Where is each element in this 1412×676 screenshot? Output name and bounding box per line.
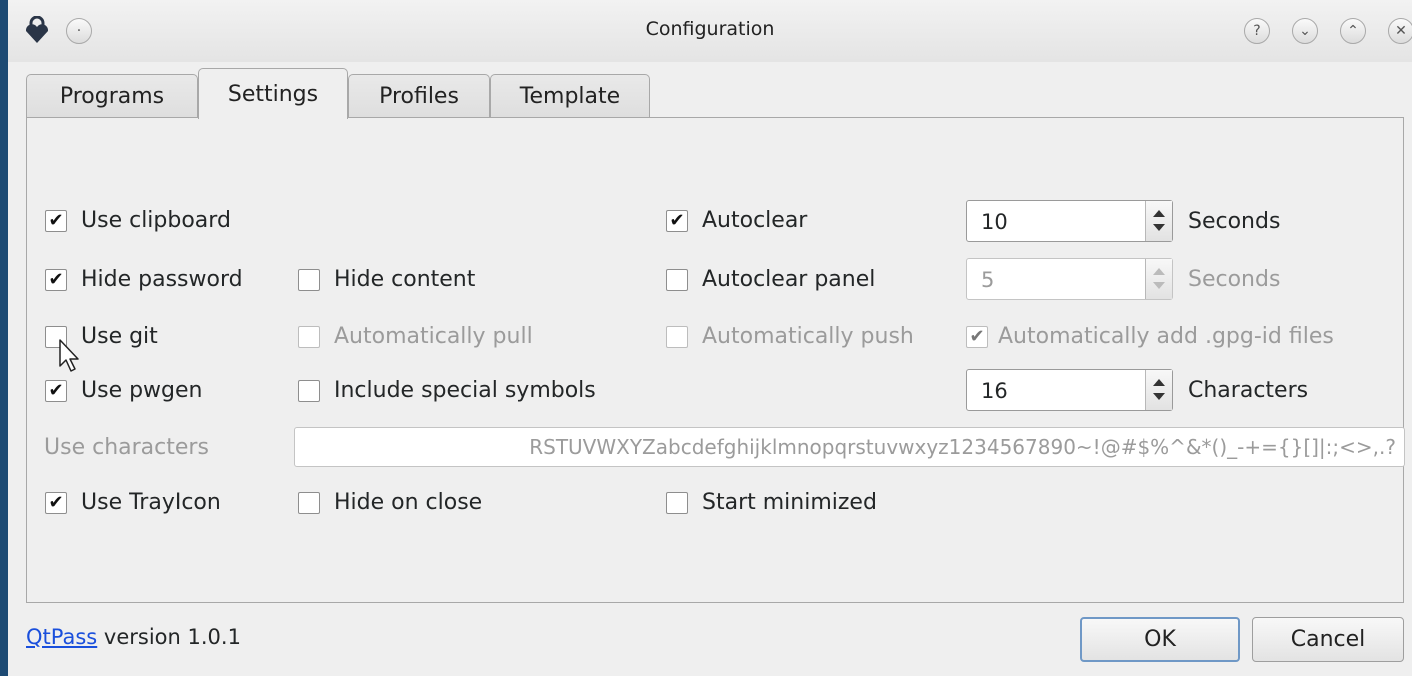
cancel-button[interactable]: Cancel [1252,617,1404,662]
spin-up-icon [1153,268,1165,275]
auto-push-box [666,325,688,348]
window-title: Configuration [645,18,775,40]
help-icon[interactable]: ? [1244,18,1270,44]
use-characters-label: Use characters [44,435,209,460]
use-characters-field: RSTUVWXYZabcdefghijklmnopqrstuvwxyz12345… [294,427,1405,467]
autoclear-seconds-spinbox[interactable]: 10 [966,200,1173,242]
hide-on-close-checkbox[interactable]: Hide on close [298,490,482,515]
close-icon[interactable]: ✕ [1388,18,1412,44]
hide-content-label: Hide content [334,267,476,292]
auto-add-gpg-label: Automatically add .gpg-id files [998,324,1334,349]
version-info: QtPass version 1.0.1 [26,625,241,649]
use-trayicon-box[interactable]: ✔ [45,491,67,514]
tab-settings[interactable]: Settings [198,68,348,119]
use-clipboard-box[interactable]: ✔ [45,209,67,232]
special-symbols-box[interactable] [298,379,320,402]
tab-profiles[interactable]: Profiles [348,74,490,118]
title-bar: · Configuration ? ⌄ ⌃ ✕ [8,0,1412,62]
use-clipboard-label: Use clipboard [81,208,231,233]
use-trayicon-checkbox[interactable]: ✔ Use TrayIcon [45,490,221,515]
spin-arrows[interactable] [1145,201,1172,241]
spin-down-icon[interactable] [1153,393,1165,400]
start-minimized-box[interactable] [666,491,688,514]
auto-push-label: Automatically push [702,324,914,349]
use-pwgen-label: Use pwgen [81,378,203,403]
autoclear-panel-box[interactable] [666,268,688,291]
tab-template[interactable]: Template [490,74,650,118]
special-symbols-label: Include special symbols [334,378,596,403]
minimize-icon[interactable]: ⌄ [1292,18,1318,44]
spin-down-icon[interactable] [1153,224,1165,231]
use-clipboard-checkbox[interactable]: ✔ Use clipboard [45,208,231,233]
hide-on-close-box[interactable] [298,491,320,514]
maximize-icon[interactable]: ⌃ [1340,18,1366,44]
hide-password-box[interactable]: ✔ [45,268,67,291]
auto-pull-checkbox: Automatically pull [298,324,533,349]
autoclear-panel-checkbox[interactable]: Autoclear panel [666,267,875,292]
auto-pull-box [298,325,320,348]
spin-up-icon[interactable] [1153,210,1165,217]
password-length-value[interactable]: 16 [981,379,1008,403]
spin-up-icon[interactable] [1153,379,1165,386]
use-characters-value: RSTUVWXYZabcdefghijklmnopqrstuvwxyz12345… [529,435,1396,459]
configuration-window: · Configuration ? ⌄ ⌃ ✕ Programs Setting… [8,0,1412,676]
hide-password-label: Hide password [81,267,243,292]
autoclear-panel-label: Autoclear panel [702,267,876,292]
hide-content-box[interactable] [298,268,320,291]
autoclear-panel-seconds-spinbox: 5 [966,258,1173,300]
tab-programs[interactable]: Programs [26,74,198,118]
autoclear-unit-label: Seconds [1188,209,1281,234]
settings-pane [26,117,1404,603]
hide-content-checkbox[interactable]: Hide content [298,267,475,292]
spin-arrows[interactable] [1145,370,1172,410]
spin-arrows-disabled [1145,259,1172,299]
version-text: version 1.0.1 [97,625,241,649]
use-pwgen-checkbox[interactable]: ✔ Use pwgen [45,378,203,403]
autoclear-seconds-value[interactable]: 10 [981,210,1008,234]
hide-password-checkbox[interactable]: ✔ Hide password [45,267,243,292]
autoclear-panel-seconds-value: 5 [981,268,995,292]
start-minimized-label: Start minimized [702,490,877,515]
ok-button[interactable]: OK [1080,617,1240,662]
hide-on-close-label: Hide on close [334,490,483,515]
autoclear-label: Autoclear [702,208,808,233]
auto-push-checkbox: Automatically push [666,324,914,349]
auto-add-gpg-checkbox: ✔ Automatically add .gpg-id files [966,324,1334,349]
password-length-unit-label: Characters [1188,378,1309,403]
qtpass-link[interactable]: QtPass [26,625,97,649]
start-minimized-checkbox[interactable]: Start minimized [666,490,877,515]
auto-add-gpg-box: ✔ [966,325,988,348]
use-trayicon-label: Use TrayIcon [81,490,221,515]
auto-pull-label: Automatically pull [334,324,533,349]
mouse-pointer-icon [59,339,79,372]
use-pwgen-box[interactable]: ✔ [45,379,67,402]
use-git-label: Use git [81,324,158,349]
autoclear-box[interactable]: ✔ [666,209,688,232]
autoclear-panel-unit-label: Seconds [1188,267,1281,292]
password-length-spinbox[interactable]: 16 [966,369,1173,411]
special-symbols-checkbox[interactable]: Include special symbols [298,378,596,403]
autoclear-checkbox[interactable]: ✔ Autoclear [666,208,807,233]
spin-down-icon [1153,282,1165,289]
